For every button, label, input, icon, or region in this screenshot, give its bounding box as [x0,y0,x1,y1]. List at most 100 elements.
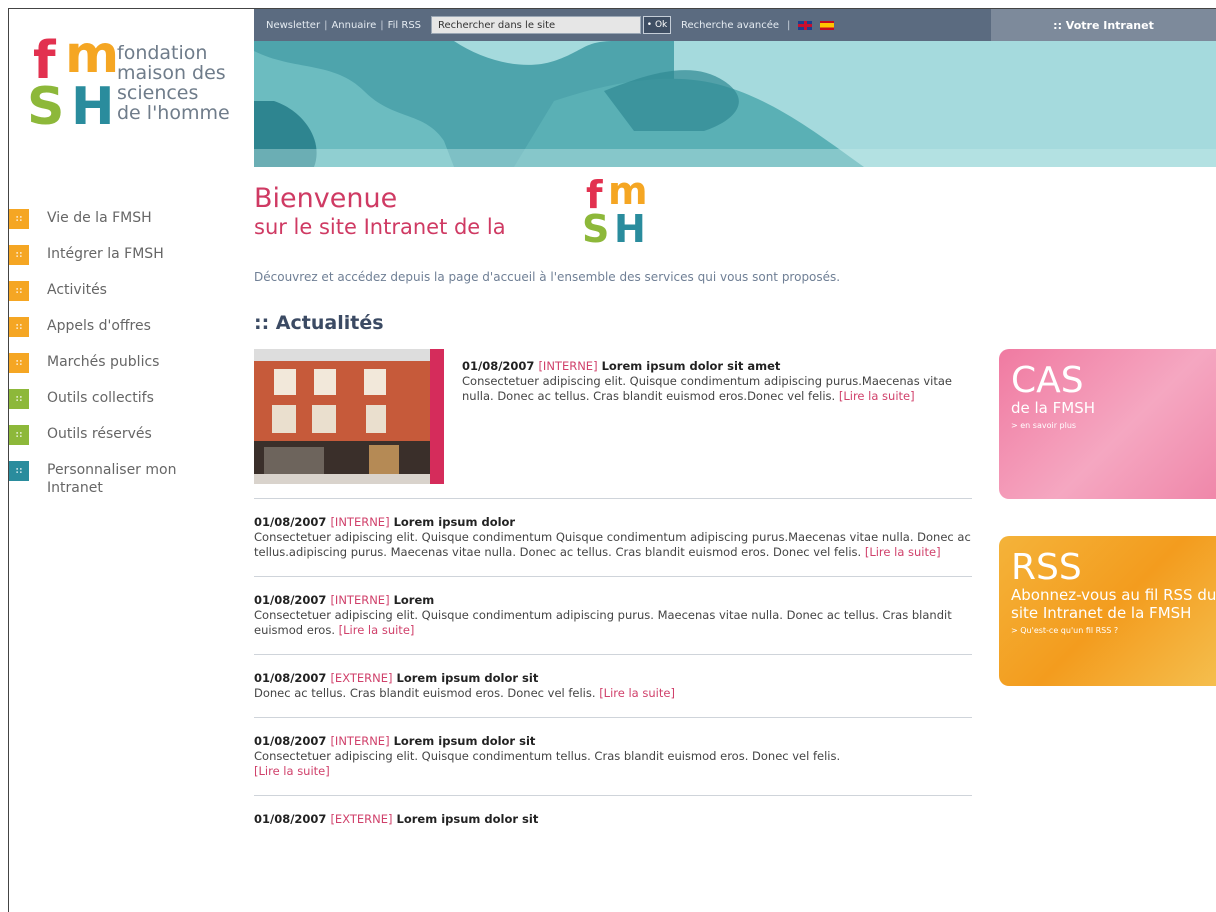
news-tag: [EXTERNE] [330,671,393,685]
news-date: 01/08/2007 [254,515,327,529]
news-title: Lorem ipsum dolor sit [396,671,539,685]
rss-promo-title: RSS [1011,547,1082,588]
sidebar-item-appels[interactable]: :: Appels d'offres [9,317,239,353]
news-headline[interactable]: 01/08/2007 [EXTERNE] Lorem ipsum dolor s… [254,671,972,686]
newsletter-link[interactable]: Newsletter [266,20,320,31]
fmsh-logo[interactable]: f m S H fondation maison des sciences de… [27,29,247,147]
news-body: Consectetuer adipiscing elit. Quisque co… [254,530,972,560]
sidebar-item-label: Personnaliser mon Intranet [47,462,177,496]
sidebar-nav: :: Vie de la FMSH :: Intégrer la FMSH ::… [9,209,239,505]
nav-bullet-icon: :: [9,353,29,373]
rss-link[interactable]: Fil RSS [388,20,421,31]
news-item: 01/08/2007 [EXTERNE] Lorem ipsum dolor s… [254,655,972,718]
welcome-title: Bienvenue [254,183,398,214]
news-headline[interactable]: 01/08/2007 [INTERNE] Lorem ipsum dolor s… [462,359,972,374]
logo-letter-s: S [582,207,610,251]
news-tag: [INTERNE] [538,359,598,373]
news-date: 01/08/2007 [254,671,327,685]
sidebar-item-vie[interactable]: :: Vie de la FMSH [9,209,239,245]
top-bar: Newsletter | Annuaire | Fil RSS • Ok Rec… [254,9,1216,41]
cas-promo-link[interactable]: > en savoir plus [999,421,1216,430]
news-text: 01/08/2007 [INTERNE] Lorem ipsum dolor s… [462,349,972,498]
news-date: 01/08/2007 [254,734,327,748]
news-title: Lorem [393,593,435,607]
read-more-link[interactable]: [Lire la suite] [254,764,330,778]
annuaire-link[interactable]: Annuaire [331,20,376,31]
sidebar-item-marches[interactable]: :: Marchés publics [9,353,239,389]
fmsh-mini-logo: f m S H [582,172,654,256]
rss-promo-link[interactable]: > Qu'est-ce qu'un fil RSS ? [999,626,1216,635]
nav-bullet-icon: :: [9,209,29,229]
sidebar-item-label: Outils collectifs [47,390,154,406]
banner-landscape [254,41,1216,167]
cas-promo-banner[interactable]: CAS de la FMSH > en savoir plus [999,349,1216,499]
news-headline[interactable]: 01/08/2007 [INTERNE] Lorem ipsum dolor [254,515,972,530]
news-body: Donec ac tellus. Cras blandit euismod er… [254,686,972,701]
news-date: 01/08/2007 [462,359,535,373]
sidebar-item-outils-collectifs[interactable]: :: Outils collectifs [9,389,239,425]
logo-text-line: sciences [117,82,199,104]
read-more-link[interactable]: [Lire la suite] [599,686,675,700]
nav-bullet-icon: :: [9,245,29,265]
cas-promo-title: CAS [1011,360,1084,401]
sidebar-item-label: Appels d'offres [47,318,151,334]
logo-letter-m: m [65,25,120,85]
news-body: Consectetuer adipiscing elit. Quisque co… [254,749,972,779]
welcome-heading: Bienvenue sur le site Intranet de la f m… [254,172,648,248]
sidebar-item-outils-reserves[interactable]: :: Outils réservés [9,425,239,461]
your-intranet-button[interactable]: :: Votre Intranet [991,9,1216,41]
welcome-subtitle: sur le site Intranet de la [254,215,506,239]
logo-letter-s: S [27,77,65,137]
spain-flag-icon[interactable] [820,20,835,30]
fmsh-logo-mark: f m S H [27,29,119,137]
sidebar-item-integrer[interactable]: :: Intégrer la FMSH [9,245,239,281]
news-item: 01/08/2007 [INTERNE] Lorem ipsum dolor C… [254,499,972,577]
top-links: Newsletter | Annuaire | Fil RSS [254,20,421,31]
read-more-link[interactable]: [Lire la suite] [865,545,941,559]
search-input[interactable] [431,16,642,34]
separator: | [380,19,384,31]
read-more-link[interactable]: [Lire la suite] [339,623,415,637]
news-tag: [EXTERNE] [330,812,393,826]
logo-text-line: maison des [117,62,226,84]
sidebar-item-label: Activités [47,282,107,298]
sidebar-item-label: Vie de la FMSH [47,210,152,226]
news-body-text: Consectetuer adipiscing elit. Quisque co… [254,530,971,559]
news-building-photo[interactable] [254,349,444,484]
news-body: Consectetuer adipiscing elit. Quisque co… [254,608,972,638]
logo-text-line: de l'homme [117,102,230,124]
uk-flag-icon[interactable] [798,20,813,30]
nav-bullet-icon: :: [9,389,29,409]
news-date: 01/08/2007 [254,593,327,607]
rss-promo-banner[interactable]: RSS Abonnez-vous au fil RSS du site Intr… [999,536,1216,686]
sidebar-item-label: Marchés publics [47,354,160,370]
sidebar-item-personnaliser[interactable]: :: Personnaliser mon Intranet [9,461,239,505]
header-banner-image [254,41,1216,167]
news-headline[interactable]: 01/08/2007 [INTERNE] Lorem [254,593,972,608]
sidebar-item-label: Intégrer la FMSH [47,246,164,262]
logo-letter-m: m [608,169,648,213]
news-body: Consectetuer adipiscing elit. Quisque co… [462,374,972,404]
news-date: 01/08/2007 [254,812,327,826]
search-ok-button[interactable]: • Ok [643,16,672,34]
news-headline[interactable]: 01/08/2007 [EXTERNE] Lorem ipsum dolor s… [254,812,972,827]
separator: | [787,19,791,31]
news-body-text: Consectetuer adipiscing elit. Quisque co… [254,749,841,763]
news-section-title: :: Actualités [254,312,384,334]
page-frame: f m S H fondation maison des sciences de… [8,8,1216,912]
news-item: 01/08/2007 [INTERNE] Lorem ipsum dolor s… [254,718,972,796]
advanced-search-link[interactable]: Recherche avancée [681,20,779,31]
news-title: Lorem ipsum dolor sit [393,734,536,748]
news-item: 01/08/2007 [INTERNE] Lorem Consectetuer … [254,577,972,655]
sidebar-item-activites[interactable]: :: Activités [9,281,239,317]
news-title: Lorem ipsum dolor [393,515,516,529]
intro-text: Découvrez et accédez depuis la page d'ac… [254,270,841,284]
nav-bullet-icon: :: [9,425,29,445]
news-headline[interactable]: 01/08/2007 [INTERNE] Lorem ipsum dolor s… [254,734,972,749]
rss-promo-subtitle: Abonnez-vous au fil RSS du site Intranet… [1011,586,1216,622]
read-more-link[interactable]: [Lire la suite] [839,389,915,403]
news-tag: [INTERNE] [330,593,390,607]
news-title: Lorem ipsum dolor sit amet [601,359,781,373]
news-item-featured: 01/08/2007 [INTERNE] Lorem ipsum dolor s… [254,349,972,499]
separator: | [324,19,328,31]
